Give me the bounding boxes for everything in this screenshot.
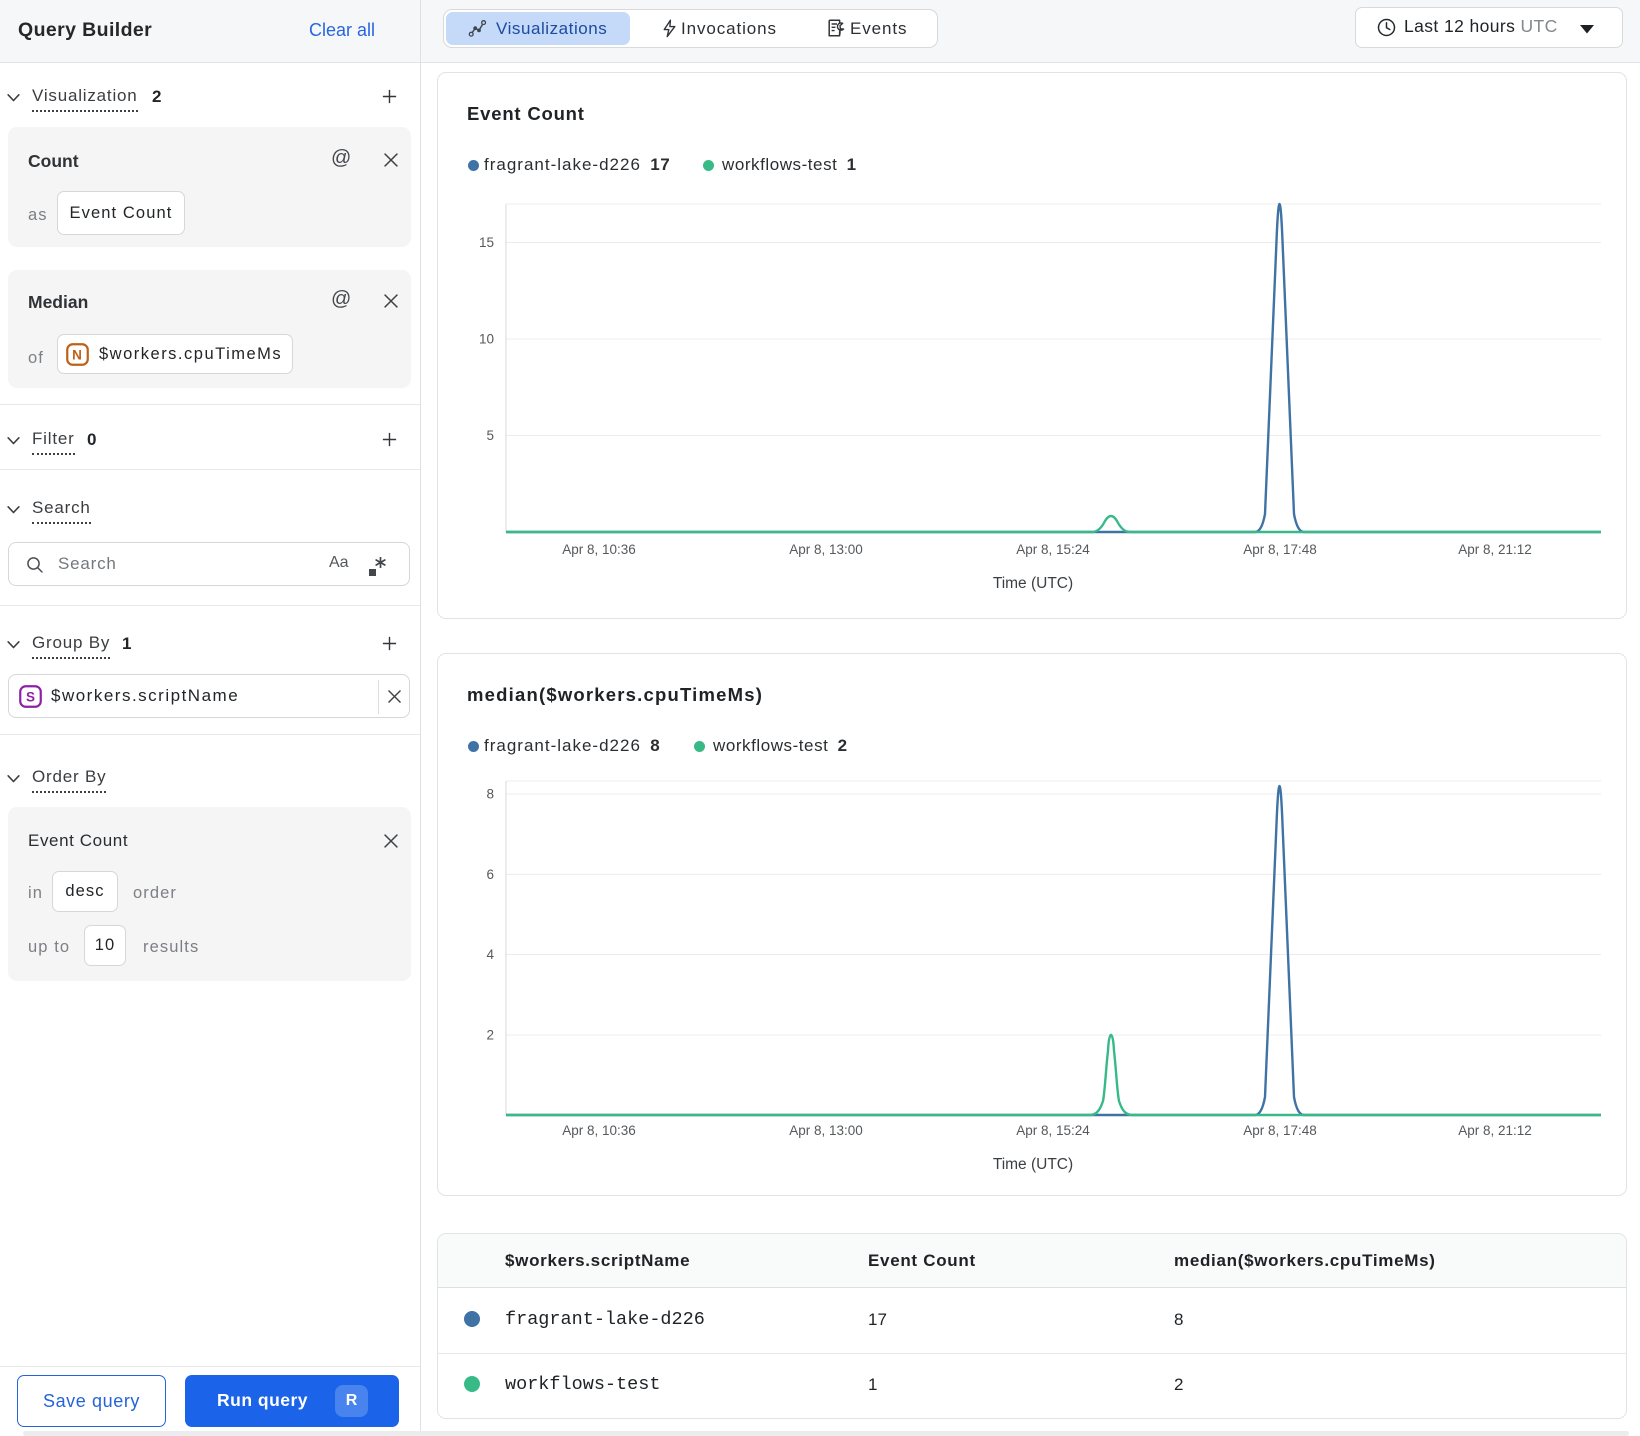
svg-text:Time (UTC): Time (UTC) <box>993 575 1073 592</box>
svg-text:8: 8 <box>486 787 494 802</box>
svg-text:15: 15 <box>479 235 494 250</box>
svg-text:4: 4 <box>486 947 494 962</box>
svg-text:Apr 8, 10:36: Apr 8, 10:36 <box>562 542 636 557</box>
svg-text:Apr 8, 15:24: Apr 8, 15:24 <box>1016 1123 1090 1138</box>
svg-text:Apr 8, 17:48: Apr 8, 17:48 <box>1243 542 1317 557</box>
svg-text:Apr 8, 15:24: Apr 8, 15:24 <box>1016 542 1090 557</box>
svg-text:Apr 8, 21:12: Apr 8, 21:12 <box>1458 1123 1532 1138</box>
svg-text:S: S <box>26 690 35 705</box>
svg-text:5: 5 <box>486 428 494 443</box>
svg-text:Apr 8, 21:12: Apr 8, 21:12 <box>1458 542 1532 557</box>
svg-text:Apr 8, 10:36: Apr 8, 10:36 <box>562 1123 636 1138</box>
svg-text:Apr 8, 13:00: Apr 8, 13:00 <box>789 542 863 557</box>
svg-text:Apr 8, 13:00: Apr 8, 13:00 <box>789 1123 863 1138</box>
svg-text:6: 6 <box>486 867 494 882</box>
svg-text:Apr 8, 17:48: Apr 8, 17:48 <box>1243 1123 1317 1138</box>
svg-text:N: N <box>72 347 83 362</box>
svg-text:2: 2 <box>486 1028 494 1043</box>
svg-text:Time (UTC): Time (UTC) <box>993 1156 1073 1173</box>
svg-text:10: 10 <box>479 332 494 347</box>
